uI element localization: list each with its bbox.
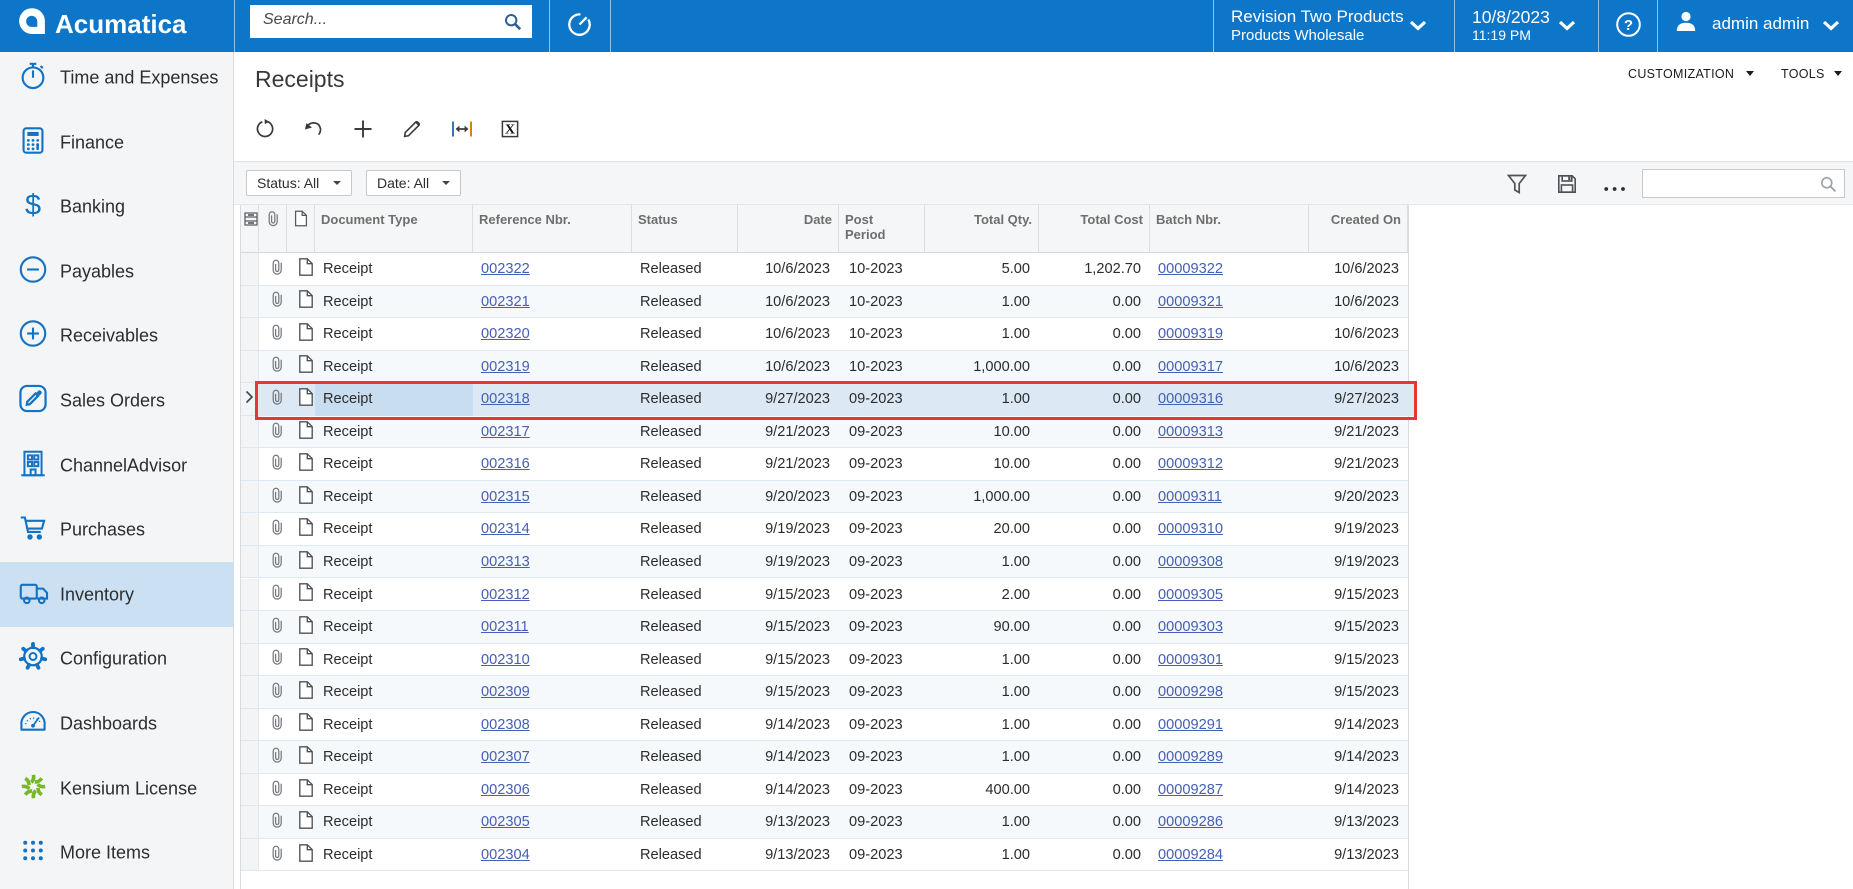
svg-text:X: X (505, 123, 515, 138)
svg-text:?: ? (1624, 17, 1633, 34)
svg-text:$: $ (25, 190, 41, 220)
